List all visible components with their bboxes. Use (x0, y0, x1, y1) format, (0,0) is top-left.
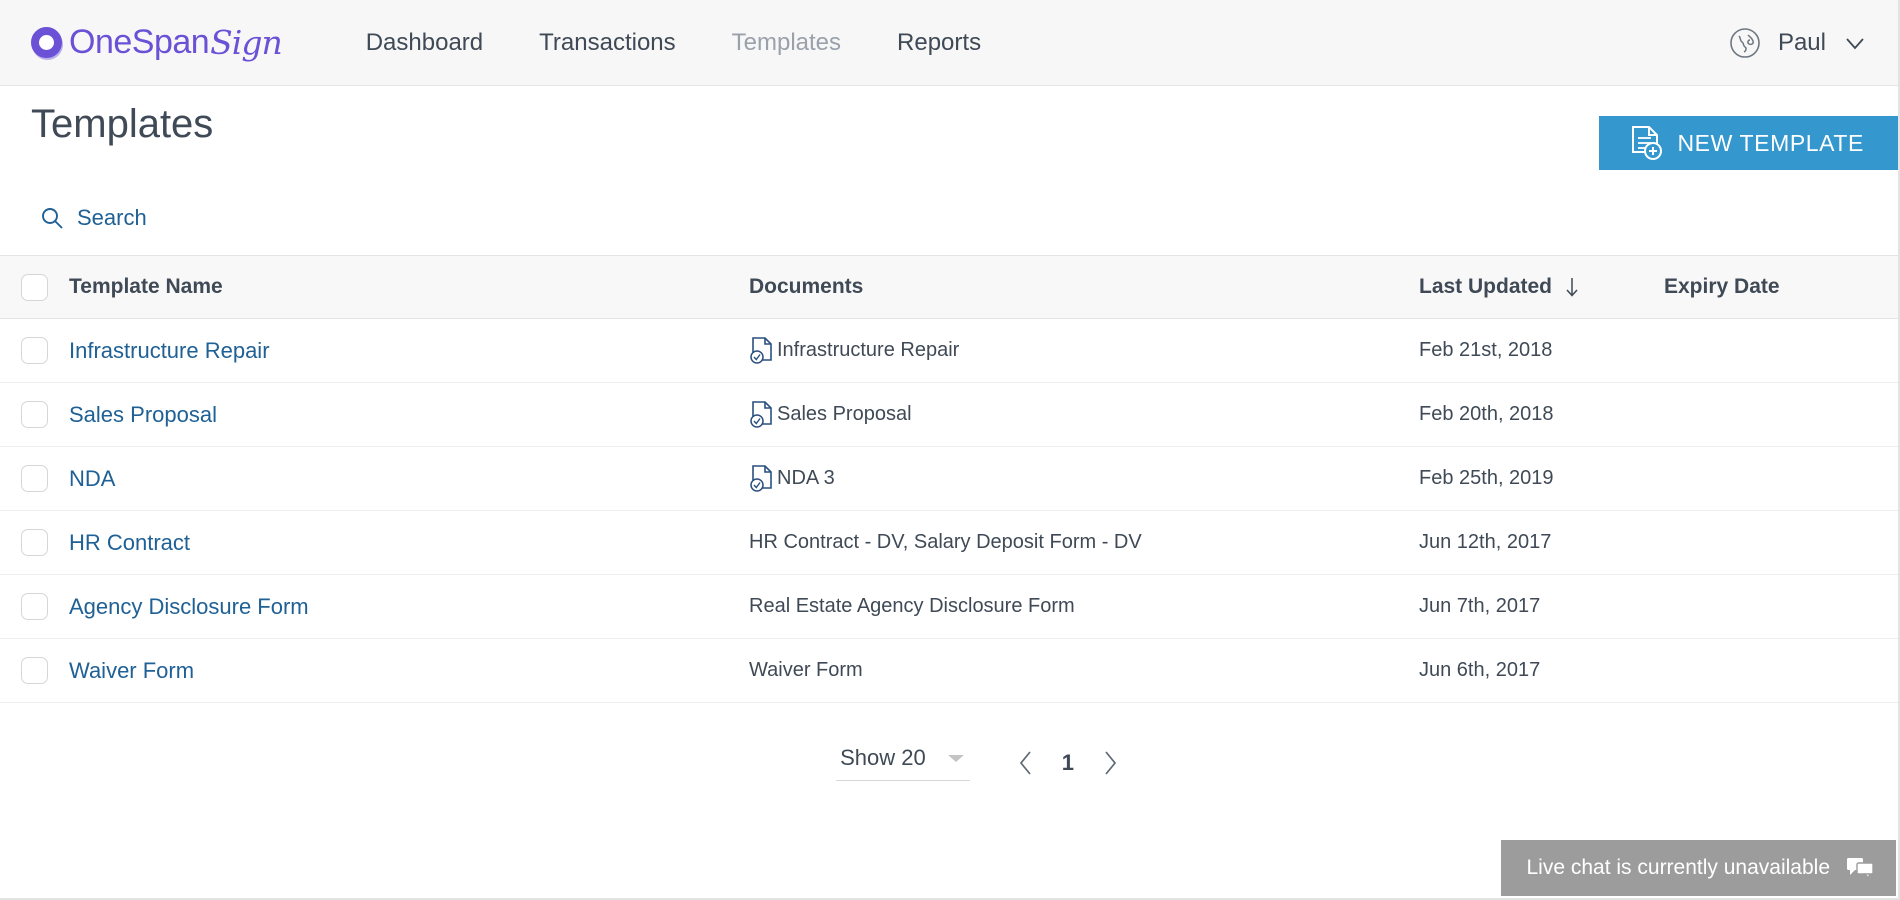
cell-documents: Infrastructure Repair (749, 336, 1419, 366)
row-checkbox[interactable] (21, 657, 48, 684)
search-control[interactable]: Search (0, 181, 240, 255)
cell-documents: Waiver Form (749, 659, 1419, 682)
template-name-link[interactable]: Infrastructure Repair (69, 338, 270, 363)
chevron-down-icon[interactable] (1842, 30, 1868, 56)
cell-template-name: Sales Proposal (69, 402, 749, 428)
page-header: Templates NEW TEMPLATE (0, 86, 1898, 181)
template-name-link[interactable]: HR Contract (69, 530, 190, 555)
column-header-documents-label: Documents (749, 275, 864, 298)
column-header-expiry-date[interactable]: Expiry Date (1664, 275, 1898, 299)
templates-page: OneSpan Sign Dashboard Transactions Temp… (0, 0, 1900, 900)
search-icon (40, 206, 64, 230)
live-chat-message: Live chat is currently unavailable (1526, 856, 1831, 879)
row-checkbox[interactable] (21, 401, 48, 428)
row-select-cell (0, 529, 69, 556)
row-select-cell (0, 401, 69, 428)
cell-documents: NDA 3 (749, 464, 1419, 494)
cell-template-name: Waiver Form (69, 658, 749, 684)
brand-logo[interactable]: OneSpan Sign (31, 23, 283, 62)
nav-item-dashboard[interactable]: Dashboard (338, 29, 511, 57)
cell-last-updated: Feb 25th, 2019 (1419, 467, 1554, 489)
cell-documents: HR Contract - DV, Salary Deposit Form - … (749, 531, 1419, 554)
row-checkbox[interactable] (21, 529, 48, 556)
cell-last-updated: Jun 12th, 2017 (1419, 531, 1552, 553)
cell-template-name: Infrastructure Repair (69, 338, 749, 364)
page-title: Templates (31, 102, 214, 146)
documents-text: Real Estate Agency Disclosure Form (749, 595, 1075, 617)
table-row[interactable]: Sales Proposal Sales Proposal Feb 20th, … (0, 383, 1898, 447)
brand-name-secondary: Sign (210, 23, 283, 62)
page-navigator: 1 (1014, 747, 1122, 779)
cell-last-updated: Jun 6th, 2017 (1419, 659, 1541, 681)
template-name-link[interactable]: NDA (69, 466, 115, 491)
main-navigation: Dashboard Transactions Templates Reports (338, 29, 1009, 57)
cell-documents: Sales Proposal (749, 400, 1419, 430)
row-checkbox[interactable] (21, 337, 48, 364)
row-select-cell (0, 593, 69, 620)
document-check-icon (749, 464, 775, 494)
cell-template-name: Agency Disclosure Form (69, 594, 749, 620)
nav-item-reports[interactable]: Reports (869, 29, 1009, 57)
cell-last-updated: Feb 21st, 2018 (1419, 339, 1553, 361)
table-row[interactable]: Agency Disclosure Form Real Estate Agenc… (0, 575, 1898, 639)
documents-text: HR Contract - DV, Salary Deposit Form - … (749, 531, 1142, 553)
table-row[interactable]: NDA NDA 3 Feb 25th, 2019 (0, 447, 1898, 511)
page-size-selector[interactable]: Show 20 (836, 745, 970, 781)
live-chat-banner[interactable]: Live chat is currently unavailable (1500, 840, 1896, 896)
table-header-row: Template Name Documents Last Updated Exp… (0, 255, 1898, 319)
nav-item-templates[interactable]: Templates (704, 29, 869, 57)
column-header-template-name-label: Template Name (69, 275, 223, 298)
template-name-link[interactable]: Waiver Form (69, 658, 194, 683)
page-number-1[interactable]: 1 (1062, 750, 1074, 776)
select-all-cell (0, 273, 69, 301)
arrow-down-icon (1564, 275, 1580, 299)
row-select-cell (0, 465, 69, 492)
row-checkbox[interactable] (21, 465, 48, 492)
table-row[interactable]: HR Contract HR Contract - DV, Salary Dep… (0, 511, 1898, 575)
pagination-controls: Show 20 1 (0, 745, 1898, 781)
row-select-cell (0, 657, 69, 684)
table-row[interactable]: Infrastructure Repair Infrastructure Rep… (0, 319, 1898, 383)
cell-template-name: HR Contract (69, 530, 749, 556)
page-size-label: Show 20 (840, 745, 926, 770)
document-check-icon (749, 336, 775, 366)
table-row[interactable]: Waiver Form Waiver Form Jun 6th, 2017 (0, 639, 1898, 703)
top-navigation-bar: OneSpan Sign Dashboard Transactions Temp… (0, 0, 1898, 86)
chat-bubble-icon (1846, 856, 1874, 880)
document-add-icon (1629, 125, 1663, 161)
row-select-cell (0, 337, 69, 364)
template-name-link[interactable]: Sales Proposal (69, 402, 217, 427)
documents-text: Sales Proposal (777, 403, 912, 425)
column-header-template-name[interactable]: Template Name (69, 275, 749, 299)
cell-template-name: NDA (69, 466, 749, 492)
documents-text: Infrastructure Repair (777, 339, 960, 361)
template-name-link[interactable]: Agency Disclosure Form (69, 594, 309, 619)
nav-right-controls: Paul (1728, 0, 1868, 86)
cell-documents: Real Estate Agency Disclosure Form (749, 595, 1419, 618)
onespan-ring-icon (31, 27, 62, 58)
nav-item-transactions[interactable]: Transactions (511, 29, 704, 57)
brand-name-primary: OneSpan (69, 23, 210, 61)
column-header-last-updated[interactable]: Last Updated (1419, 275, 1664, 299)
search-label: Search (77, 205, 147, 230)
column-header-last-updated-label: Last Updated (1419, 275, 1553, 298)
user-name-label[interactable]: Paul (1778, 29, 1826, 57)
chevron-left-icon[interactable] (1014, 747, 1038, 779)
chevron-right-icon[interactable] (1098, 747, 1122, 779)
globe-icon[interactable] (1728, 26, 1762, 60)
new-template-label: NEW TEMPLATE (1677, 129, 1864, 156)
document-check-icon (749, 400, 775, 430)
cell-last-updated: Feb 20th, 2018 (1419, 403, 1554, 425)
select-all-checkbox[interactable] (21, 273, 48, 301)
cell-last-updated: Jun 7th, 2017 (1419, 595, 1541, 617)
templates-table: Template Name Documents Last Updated Exp… (0, 255, 1898, 703)
new-template-button[interactable]: NEW TEMPLATE (1599, 116, 1898, 170)
column-header-expiry-date-label: Expiry Date (1664, 275, 1780, 298)
documents-text: Waiver Form (749, 659, 863, 681)
row-checkbox[interactable] (21, 593, 48, 620)
documents-text: NDA 3 (777, 467, 835, 489)
column-header-documents[interactable]: Documents (749, 275, 1419, 299)
caret-down-icon (946, 752, 966, 764)
